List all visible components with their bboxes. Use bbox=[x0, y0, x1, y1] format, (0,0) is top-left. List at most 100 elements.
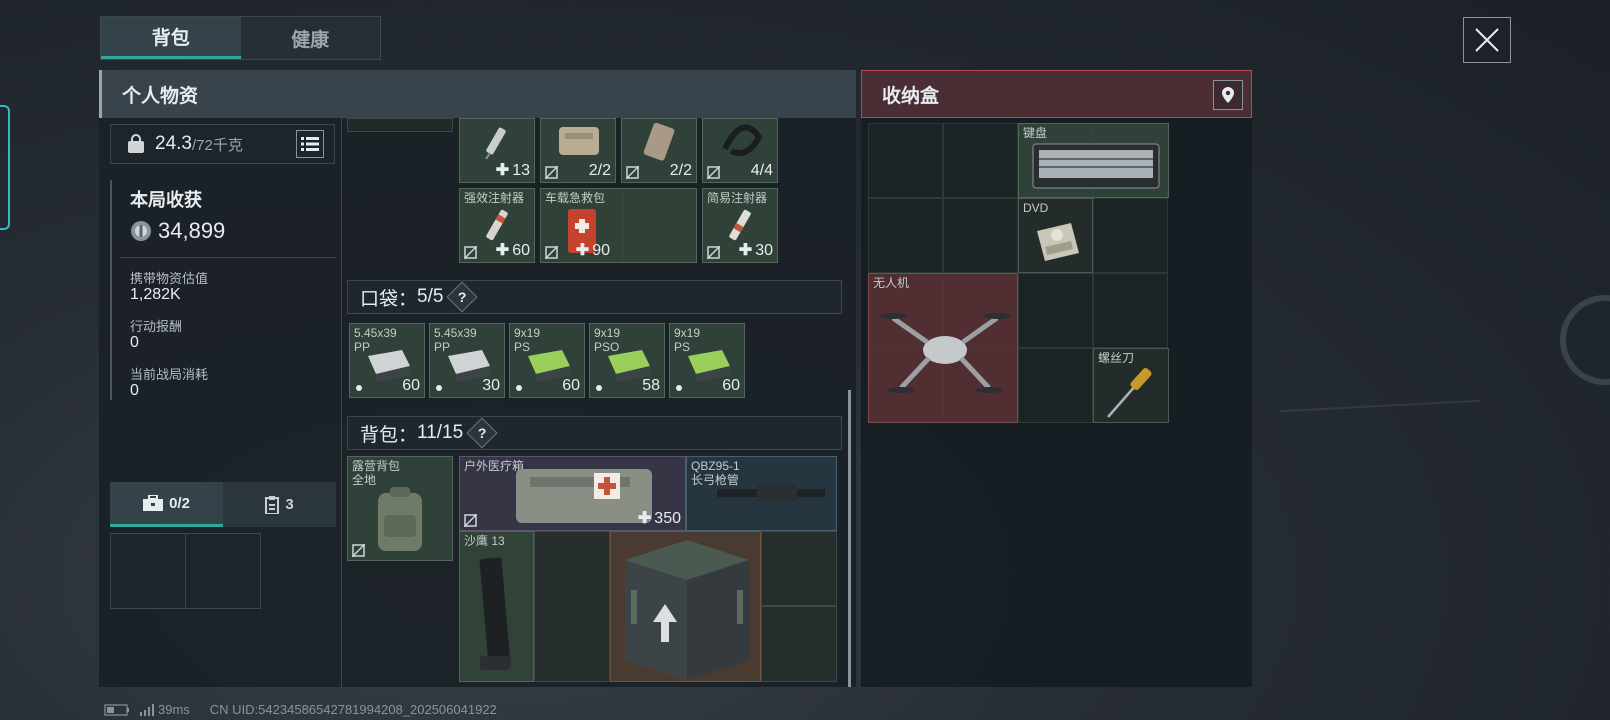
storage-grid-slot[interactable] bbox=[1018, 348, 1093, 423]
storage-grid-slot[interactable] bbox=[1093, 198, 1168, 273]
pocket-ammo-item[interactable]: 9x19 PSO 58 bbox=[589, 323, 665, 398]
stat-value-reward: 0 bbox=[130, 334, 139, 351]
help-icon[interactable]: ? bbox=[466, 417, 498, 449]
item-name: DVD bbox=[1023, 201, 1049, 215]
dvd-drive-icon bbox=[1037, 223, 1079, 261]
plus-icon: ✚ bbox=[738, 242, 753, 259]
no-insure-icon bbox=[545, 246, 558, 259]
no-insure-icon bbox=[352, 544, 365, 557]
location-button[interactable] bbox=[1213, 80, 1243, 110]
list-view-button[interactable] bbox=[296, 130, 324, 158]
session-stats: 本局收获 34,899 携带物资估值 1,282K 行动报酬 0 当前战局消耗 … bbox=[110, 180, 336, 400]
weight-indicator: 24.3 /72千克 bbox=[110, 124, 335, 164]
personal-inventory-header: 个人物资 bbox=[99, 70, 856, 118]
item-quantity: 2/2 bbox=[669, 162, 692, 179]
tab-clipboard[interactable]: 3 bbox=[223, 482, 336, 527]
item-slot[interactable] bbox=[347, 118, 453, 132]
medical-item[interactable]: 4/4 bbox=[702, 118, 778, 183]
divider bbox=[120, 257, 336, 258]
panel-title: 个人物资 bbox=[122, 85, 199, 107]
pocket-ammo-item[interactable]: 9x19 PS 60 bbox=[509, 323, 585, 398]
status-bar: 39ms CN UID:54234586542781994208_2025060… bbox=[104, 702, 497, 717]
storage-box-header: 收纳盒 bbox=[861, 70, 1252, 118]
pocket-ammo-item[interactable]: 5.45x39 PP 30 bbox=[429, 323, 505, 398]
pocket-ammo-item[interactable]: 9x19 PS 60 bbox=[669, 323, 745, 398]
pocket-count: 5/5 bbox=[417, 286, 444, 307]
storage-grid-slot[interactable] bbox=[1018, 273, 1093, 348]
empty-slot[interactable] bbox=[761, 606, 837, 682]
storage-item-keyboard[interactable]: 键盘 bbox=[1018, 123, 1169, 198]
storage-grid-slot[interactable] bbox=[943, 123, 1018, 198]
medical-item[interactable]: 2/2 bbox=[621, 118, 697, 183]
coin-row: 34,899 bbox=[130, 218, 225, 244]
tab-backpack[interactable]: 背包 bbox=[101, 17, 241, 59]
empty-slot[interactable] bbox=[761, 531, 837, 606]
stat-label-reward: 行动报酬 bbox=[130, 319, 183, 334]
stat-label-carry-value: 携带物资估值 bbox=[130, 271, 209, 286]
app-floating-icon[interactable] bbox=[1560, 295, 1610, 385]
storage-grid-slot[interactable] bbox=[868, 123, 943, 198]
gun-barrel-icon bbox=[717, 485, 825, 501]
equipped-backpack[interactable]: 露营背包 全地 bbox=[347, 456, 453, 561]
item-name: 无人机 bbox=[873, 276, 910, 290]
screwdriver-icon bbox=[1107, 367, 1152, 418]
item-quantity: 60 bbox=[562, 377, 580, 394]
inventory-scrollbar[interactable] bbox=[848, 390, 851, 687]
storage-item-dvd[interactable]: DVD bbox=[1018, 198, 1093, 273]
backpack-icon bbox=[378, 487, 422, 551]
cell-divider bbox=[622, 189, 623, 262]
list-icon bbox=[301, 137, 319, 151]
item-quantity: 4/4 bbox=[750, 162, 773, 179]
coin-value: 34,899 bbox=[158, 218, 226, 243]
backpack-name: 露营背包 全地 bbox=[352, 459, 401, 487]
medical-item[interactable]: 车载急救包 ✚ 90 bbox=[540, 188, 697, 263]
plus-icon: ✚ bbox=[575, 242, 590, 259]
tab-briefcase[interactable]: 0/2 bbox=[110, 482, 223, 527]
backpack-item-magazine[interactable]: 沙鹰 13 bbox=[459, 531, 534, 682]
item-quantity: 60 bbox=[402, 377, 420, 394]
item-quantity: ✚ 60 bbox=[495, 242, 530, 259]
ammo-dot bbox=[356, 385, 362, 391]
container-slot[interactable] bbox=[111, 534, 186, 608]
keyboard-icon bbox=[1032, 143, 1160, 189]
item-name: 车载急救包 bbox=[545, 191, 606, 205]
close-button[interactable] bbox=[1463, 17, 1511, 63]
container-slot[interactable] bbox=[186, 534, 260, 608]
storage-grid-slot[interactable] bbox=[868, 198, 943, 273]
equipment-sub-tabs: 0/2 3 bbox=[110, 482, 336, 527]
location-pin-icon bbox=[1222, 87, 1234, 103]
storage-grid-slot[interactable] bbox=[943, 198, 1018, 273]
pocket-ammo-item[interactable]: 5.45x39 PP 60 bbox=[349, 323, 425, 398]
storage-item-drone[interactable]: 无人机 bbox=[868, 273, 1018, 423]
plus-icon: ✚ bbox=[637, 510, 652, 527]
edge-frame bbox=[0, 105, 10, 230]
ammo-dot bbox=[676, 385, 682, 391]
item-quantity: ✚ 90 bbox=[575, 242, 610, 259]
storage-item-screwdriver[interactable]: 螺丝刀 bbox=[1093, 348, 1169, 423]
empty-slot[interactable] bbox=[534, 531, 610, 682]
close-icon bbox=[1475, 28, 1499, 52]
help-icon[interactable]: ? bbox=[446, 281, 478, 313]
ammo-dot bbox=[436, 385, 442, 391]
backpack-item-crate[interactable] bbox=[610, 531, 761, 682]
tab-health[interactable]: 健康 bbox=[241, 17, 381, 59]
magazine-icon bbox=[479, 557, 511, 670]
item-quantity: ✚ 13 bbox=[495, 162, 530, 179]
battery-icon bbox=[104, 703, 129, 716]
plus-icon: ✚ bbox=[495, 162, 510, 179]
item-quantity: 2/2 bbox=[588, 162, 611, 179]
item-quantity: 58 bbox=[642, 377, 660, 394]
weight-max: /72千克 bbox=[191, 136, 243, 154]
storage-grid-slot[interactable] bbox=[1093, 273, 1168, 348]
clipboard-icon bbox=[265, 495, 280, 514]
backpack-item-medkit[interactable]: 户外医疗箱 ✚ 350 bbox=[459, 456, 686, 531]
medical-item[interactable]: 2/2 bbox=[540, 118, 616, 183]
weight-icon bbox=[128, 134, 144, 153]
medical-item[interactable]: ✚ 13 bbox=[459, 118, 535, 183]
medical-item[interactable]: 强效注射器 ✚ 60 bbox=[459, 188, 535, 263]
item-quantity: ✚ 30 bbox=[738, 242, 773, 259]
item-quantity: ✚ 350 bbox=[637, 510, 681, 527]
backpack-item-barrel[interactable]: QBZ95-1 长弓枪管 bbox=[686, 456, 837, 531]
pocket-label: 口袋： bbox=[360, 288, 418, 310]
medical-item[interactable]: 简易注射器 ✚ 30 bbox=[702, 188, 778, 263]
